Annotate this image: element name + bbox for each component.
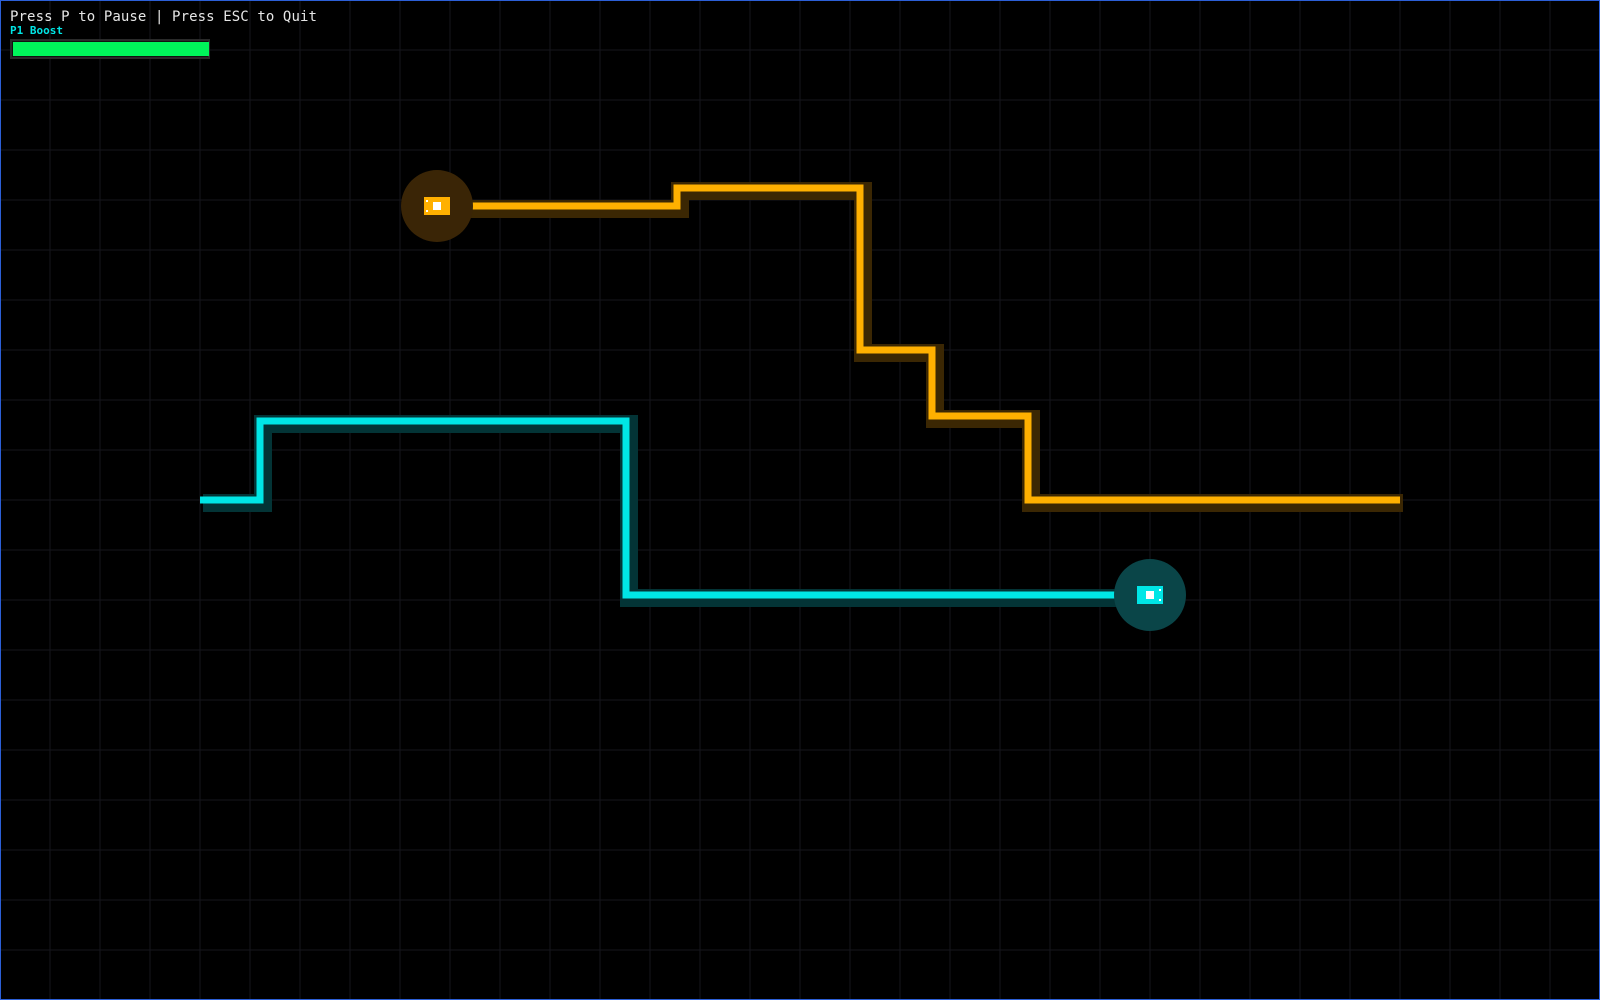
player-1-cycle-core	[1146, 591, 1154, 599]
p1-boost-meter	[10, 39, 210, 59]
game-arena	[0, 0, 1600, 1000]
player-1-cycle-headlight	[1159, 599, 1161, 601]
p1-boost-fill	[13, 42, 209, 56]
player-2-cycle-headlight	[426, 200, 428, 202]
controls-hint: Press P to Pause | Press ESC to Quit	[10, 9, 318, 25]
p1-boost-label: P1 Boost	[10, 24, 63, 37]
player-2-cycle-core	[433, 202, 441, 210]
player-2-cycle-headlight	[426, 210, 428, 212]
player-1-cycle-headlight	[1159, 589, 1161, 591]
